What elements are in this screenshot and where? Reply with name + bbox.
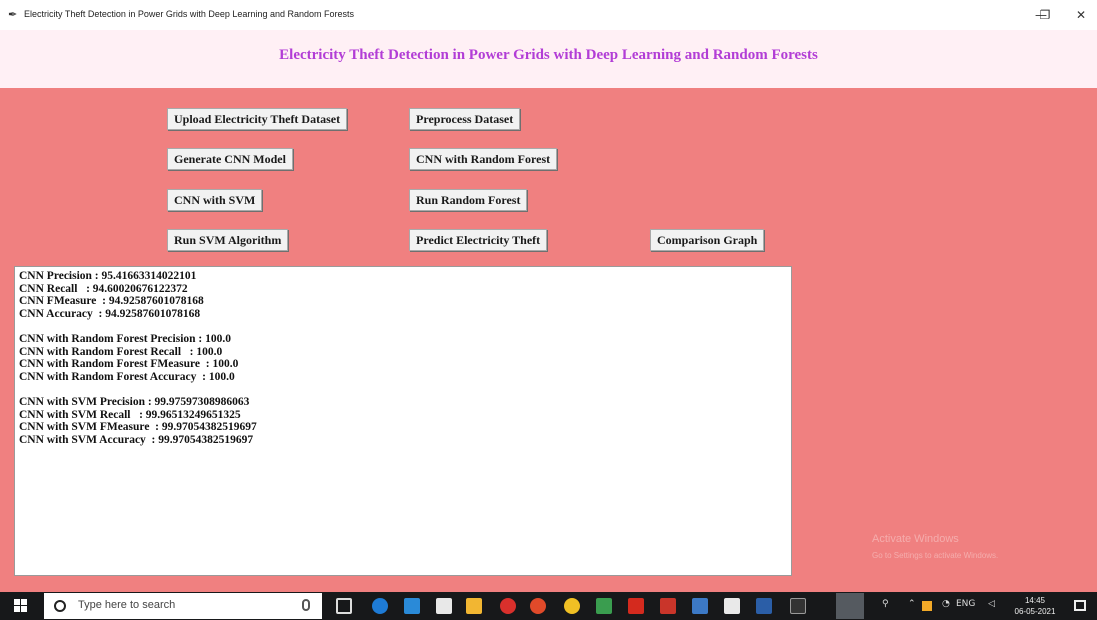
activate-windows-subtext: Go to Settings to activate Windows. [872,551,999,560]
notification-icon[interactable] [1074,600,1086,611]
cnn-svm-button[interactable]: CNN with SVM [167,189,263,211]
output-line: CNN with SVM FMeasure : 99.9705438251969… [19,421,257,434]
window-title: Electricity Theft Detection in Power Gri… [24,9,354,19]
terminal-icon[interactable] [790,598,806,614]
run-svm-button[interactable]: Run SVM Algorithm [167,229,289,251]
pdf-reader-icon[interactable] [628,598,644,614]
search-icon [54,600,66,612]
page-title: Electricity Theft Detection in Power Gri… [279,47,818,63]
windows-start-icon[interactable] [14,599,28,613]
run-random-forest-button[interactable]: Run Random Forest [409,189,528,211]
app-icon[interactable] [596,598,612,614]
close-button[interactable]: ✕ [1066,6,1096,24]
app-icon[interactable] [530,598,546,614]
output-line: CNN Accuracy : 94.92587601078168 [19,307,201,320]
predict-theft-button[interactable]: Predict Electricity Theft [409,229,548,251]
search-placeholder: Type here to search [78,599,176,611]
output-line: CNN with Random Forest Recall : 100.0 [19,345,223,358]
people-icon[interactable]: ⚲ [882,599,889,609]
output-line: CNN Precision : 95.41663314022101 [19,270,197,282]
output-textarea[interactable]: CNN Precision : 95.41663314022101 CNN Re… [14,266,792,576]
maximize-button[interactable]: ❐ [1030,6,1060,24]
mail-icon[interactable] [404,598,420,614]
app-header: Electricity Theft Detection in Power Gri… [0,30,1097,88]
activate-windows-watermark: Activate Windows [872,533,959,545]
clock-time: 14:45 [1024,596,1046,605]
output-line: CNN Recall : 94.60020676122372 [19,282,188,295]
clock-date: 06-05-2021 [1014,607,1056,616]
comparison-graph-button[interactable]: Comparison Graph [650,229,765,251]
output-line: CNN with SVM Accuracy : 99.9705438251969… [19,433,254,446]
app-icon[interactable] [500,598,516,614]
app-icon[interactable] [660,598,676,614]
edge-browser-icon[interactable] [372,598,388,614]
output-line: CNN with Random Forest Accuracy : 100.0 [19,370,235,383]
microphone-icon[interactable] [302,599,310,611]
word-icon[interactable] [756,598,772,614]
upload-dataset-button[interactable]: Upload Electricity Theft Dataset [167,108,348,130]
taskbar: Type here to search ⚲ ⌃ ◔ ENG ◁ 14:45 06… [0,592,1097,620]
tray-app-icon[interactable] [922,601,932,611]
python-app-icon[interactable] [836,593,864,619]
output-line: CNN FMeasure : 94.92587601078168 [19,295,204,308]
taskbar-clock[interactable]: 14:45 06-05-2021 [1010,595,1060,617]
language-indicator[interactable]: ENG [956,599,975,609]
output-line: CNN with SVM Precision : 99.975973089860… [19,395,250,408]
speaker-icon[interactable]: ◁ [988,599,995,609]
app-icon[interactable] [692,598,708,614]
network-icon[interactable]: ◔ [942,599,950,609]
cnn-random-forest-button[interactable]: CNN with Random Forest [409,148,558,170]
generate-cnn-button[interactable]: Generate CNN Model [167,148,293,170]
chrome-browser-icon[interactable] [564,598,580,614]
window-titlebar: ✒ Electricity Theft Detection in Power G… [0,0,1097,30]
output-line: CNN with SVM Recall : 99.96513249651325 [19,408,241,421]
output-line: CNN with Random Forest FMeasure : 100.0 [19,358,239,371]
taskbar-search-box[interactable]: Type here to search [44,593,322,619]
output-line: CNN with Random Forest Precision : 100.0 [19,332,231,345]
app-icon[interactable] [724,598,740,614]
file-explorer-icon[interactable] [466,598,482,614]
feather-app-icon: ✒ [8,9,18,21]
chevron-up-icon[interactable]: ⌃ [908,599,916,609]
task-view-icon[interactable] [336,598,352,614]
store-icon[interactable] [436,598,452,614]
preprocess-dataset-button[interactable]: Preprocess Dataset [409,108,521,130]
